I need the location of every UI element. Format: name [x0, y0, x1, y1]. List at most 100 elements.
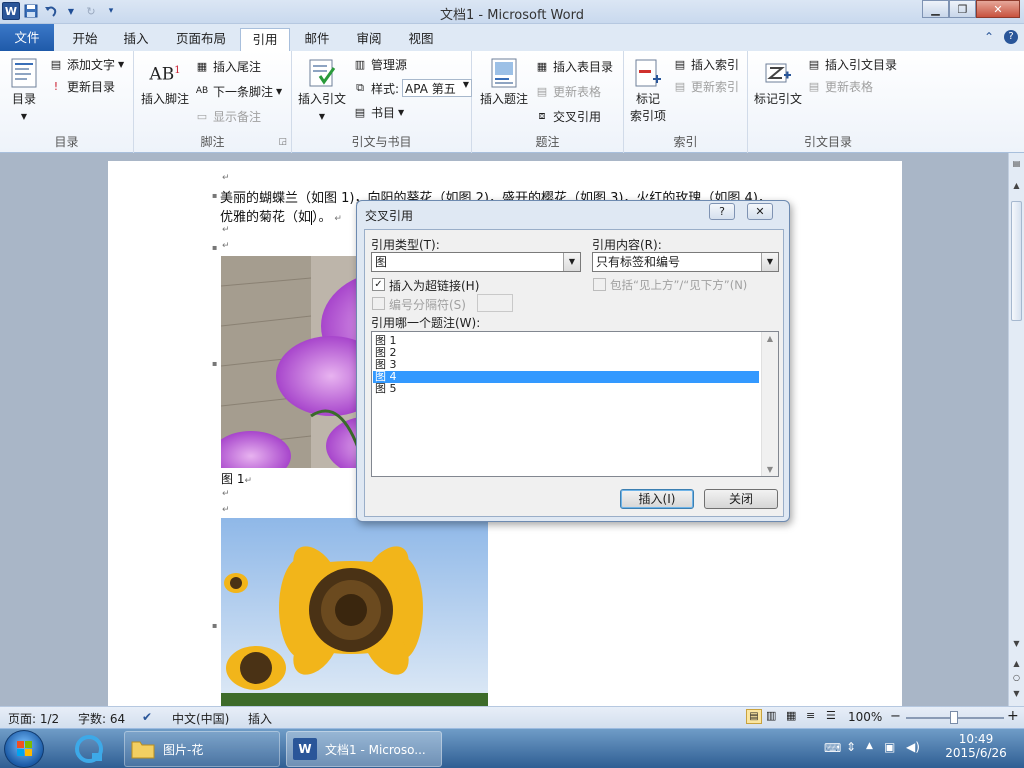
taskbar-item-word[interactable]: W 文档1 - Microso...	[286, 731, 442, 767]
reference-content-select[interactable]: 只有标签和编号 ▼	[592, 252, 779, 272]
close-dialog-button[interactable]: 关闭	[704, 489, 778, 509]
citation-style-dropdown-icon: ▼	[462, 80, 470, 89]
insert-endnote-button[interactable]: ▦ 插入尾注	[194, 57, 261, 75]
dialog-help-button[interactable]: ?	[709, 203, 735, 220]
scroll-thumb[interactable]	[1011, 201, 1022, 321]
keyboard-icon[interactable]: ⌨	[824, 741, 841, 755]
mark-entry-button[interactable]: 标记 索引项	[626, 57, 670, 125]
citation-style-select[interactable]: APA 第五 ▼	[402, 79, 473, 97]
zoom-slider-thumb[interactable]	[950, 711, 958, 724]
separate-numbers-label: 编号分隔符(S)	[389, 298, 466, 312]
window-title: 文档1 - Microsoft Word	[440, 8, 584, 23]
reference-type-select[interactable]: 图 ▼	[371, 252, 581, 272]
citation-icon	[306, 57, 338, 89]
manage-sources-button[interactable]: ▥ 管理源	[352, 55, 407, 73]
list-item-selected[interactable]: 图 4	[373, 371, 759, 383]
insert-caption-button[interactable]: 插入题注	[478, 57, 530, 108]
reference-type-value: 图	[375, 255, 388, 269]
cross-reference-button[interactable]: ⧈ 交叉引用	[534, 107, 602, 125]
list-scroll-up-icon[interactable]: ▲	[762, 334, 778, 343]
help-icon[interactable]: ?	[1004, 30, 1018, 44]
scroll-down-icon[interactable]: ▼	[1009, 639, 1024, 653]
list-item[interactable]: 图 3	[373, 359, 759, 371]
next-footnote-button[interactable]: AB 下一条脚注 ▼	[194, 82, 282, 100]
insert-footnote-button[interactable]: AB1 插入脚注	[140, 57, 190, 108]
input-method-icon[interactable]: ⇕	[846, 740, 856, 754]
insert-table-of-figures-button[interactable]: ▦ 插入表目录	[534, 57, 613, 75]
tab-review[interactable]: 审阅	[348, 28, 390, 51]
word-count[interactable]: 字数: 64	[78, 710, 125, 727]
list-scroll-down-icon[interactable]: ▼	[762, 465, 778, 474]
next-page-icon[interactable]: ▼	[1009, 689, 1024, 703]
tab-view[interactable]: 视图	[400, 28, 442, 51]
full-screen-reading-view-icon[interactable]: ▥	[766, 709, 782, 724]
minimize-button[interactable]: ▁	[922, 0, 949, 18]
select-browse-object-icon[interactable]: ○	[1009, 673, 1024, 687]
ribbon-tabs: 文件 开始 插入 页面布局 引用 邮件 审阅 视图 ⌃ ?	[0, 24, 1024, 51]
update-toa-button[interactable]: ▤ 更新表格	[806, 77, 873, 95]
insert-hyperlink-checkbox[interactable]: ✓	[372, 278, 385, 291]
caption-list-scrollbar[interactable]: ▲ ▼	[761, 332, 778, 476]
draft-view-icon[interactable]: ☰	[826, 709, 842, 724]
tab-file[interactable]: 文件	[0, 24, 54, 51]
show-hidden-icons-icon[interactable]: ▲	[866, 741, 873, 751]
volume-icon[interactable]: ◀)	[906, 740, 920, 754]
bibliography-label: 书目	[371, 105, 396, 120]
zoom-level[interactable]: 100%	[848, 710, 882, 724]
add-text-dropdown-icon: ▼	[118, 59, 125, 69]
insert-mode-indicator[interactable]: 插入	[248, 710, 272, 727]
vertical-scrollbar[interactable]: ▤ ▲ ▼ ▲ ○ ▼	[1008, 153, 1024, 706]
tab-references[interactable]: 引用	[240, 28, 290, 51]
insert-citation-button[interactable]: 插入引文 ▼	[296, 57, 348, 125]
tab-mailings[interactable]: 邮件	[296, 28, 338, 51]
update-toc-button[interactable]: ! 更新目录	[48, 77, 115, 95]
insert-button[interactable]: 插入(I)	[620, 489, 694, 509]
start-button[interactable]	[4, 730, 44, 768]
previous-page-icon[interactable]: ▲	[1009, 659, 1024, 673]
minimize-ribbon-icon[interactable]: ⌃	[984, 30, 994, 44]
show-notes-button[interactable]: ▭ 显示备注	[194, 107, 261, 125]
page-count[interactable]: 页面: 1/2	[8, 710, 59, 727]
caption-listbox[interactable]: 图 1 图 2 图 3 图 4 图 5 ▲ ▼	[371, 331, 779, 477]
tab-home[interactable]: 开始	[62, 28, 108, 51]
separator-input[interactable]	[477, 294, 513, 312]
web-layout-view-icon[interactable]: ▦	[786, 709, 802, 724]
outline-view-icon[interactable]: ≡	[806, 709, 822, 724]
print-layout-view-icon[interactable]: ▤	[746, 709, 762, 724]
scroll-up-icon[interactable]: ▲	[1009, 181, 1024, 195]
insert-index-button[interactable]: ▤ 插入索引	[672, 55, 739, 73]
toc-button[interactable]: 目录 ▼	[6, 57, 42, 125]
update-table-button[interactable]: ▤ 更新表格	[534, 82, 601, 100]
maximize-button[interactable]: ❐	[949, 0, 976, 18]
insert-hyperlink-label: 插入为超链接(H)	[389, 279, 480, 293]
zoom-out-icon[interactable]: −	[890, 709, 901, 724]
zoom-in-icon[interactable]: +	[1007, 708, 1019, 724]
dialog-close-icon[interactable]: ✕	[747, 203, 773, 220]
add-text-button[interactable]: ▤ 添加文字 ▼	[48, 55, 124, 73]
proofing-icon[interactable]: ✔	[142, 710, 152, 724]
sunflower-image[interactable]	[221, 518, 488, 706]
doc-line-2-tail: ）。	[312, 210, 332, 225]
group-label-toc: 目录	[54, 135, 79, 149]
browser-icon[interactable]	[72, 733, 106, 765]
update-index-button[interactable]: ▤ 更新索引	[672, 77, 739, 95]
taskbar-item-folder[interactable]: 图片-花	[124, 731, 280, 767]
list-item[interactable]: 图 1	[373, 335, 759, 347]
ruler-toggle-icon[interactable]: ▤	[1009, 159, 1024, 173]
clock[interactable]: 10:49 2015/6/26	[936, 732, 1016, 760]
bibliography-button[interactable]: ▤ 书目 ▼	[352, 103, 404, 121]
network-icon[interactable]: ▣	[884, 740, 895, 754]
group-footnotes: AB1 插入脚注 ▦ 插入尾注 AB 下一条脚注 ▼ ▭ 显示备注 ◲ 脚注	[134, 51, 292, 153]
language-indicator[interactable]: 中文(中国)	[172, 710, 229, 727]
close-button[interactable]: ✕	[976, 0, 1020, 18]
list-item[interactable]: 图 5	[373, 383, 759, 395]
toc-label: 目录	[11, 92, 36, 106]
insert-table-of-authorities-button[interactable]: ▤ 插入引文目录	[806, 55, 897, 73]
list-item[interactable]: 图 2	[373, 347, 759, 359]
include-above-below-checkbox[interactable]	[593, 278, 606, 291]
tab-page-layout[interactable]: 页面布局	[168, 28, 234, 51]
separate-numbers-checkbox[interactable]	[372, 297, 385, 310]
mark-citation-button[interactable]: 标记引文	[752, 57, 804, 108]
insert-index-label: 插入索引	[691, 57, 740, 72]
tab-insert[interactable]: 插入	[114, 28, 158, 51]
